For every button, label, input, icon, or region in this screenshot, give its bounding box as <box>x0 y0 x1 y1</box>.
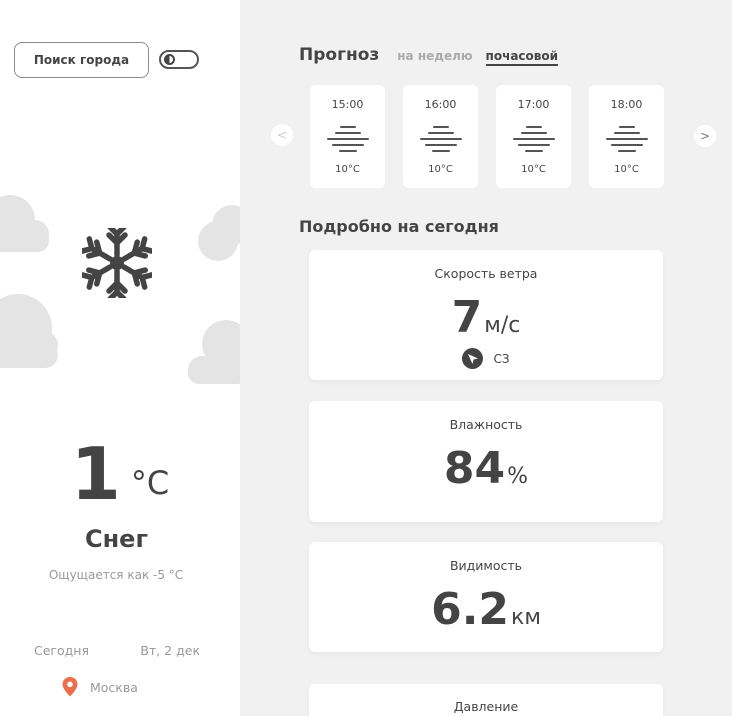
humidity-unit: % <box>507 464 529 489</box>
wind-unit: м/с <box>484 313 521 338</box>
wind-direction: СЗ <box>309 348 663 369</box>
half-moon-icon <box>164 54 175 65</box>
date-label: Вт, 2 дек <box>140 643 200 658</box>
snowflake-icon <box>82 228 152 298</box>
fog-icon <box>605 126 648 152</box>
fog-icon <box>512 126 555 152</box>
fog-icon <box>326 126 369 152</box>
wind-value: 7 <box>451 292 483 343</box>
temperature-value: 1 <box>70 432 121 516</box>
cloud-icon <box>0 294 58 368</box>
forecast-title: Прогноз <box>299 45 380 65</box>
cloud-icon <box>198 205 240 261</box>
visibility-label: Видимость <box>449 558 523 573</box>
location: Москва <box>62 677 138 697</box>
wind-card: Скорость ветра 7 м/с СЗ <box>309 250 663 380</box>
fog-icon <box>419 126 462 152</box>
hourly-card: 18:00 10°C <box>589 85 664 188</box>
current-temperature: 1 °C <box>0 436 240 512</box>
humidity-value-row: 84 % <box>309 445 663 493</box>
visibility-unit: км <box>511 605 541 630</box>
feels-like: Ощущается как -5 °C <box>48 568 184 582</box>
temperature-unit: °C <box>130 464 170 502</box>
humidity-card: Влажность 84 % <box>309 401 663 522</box>
hour-time: 17:00 <box>517 98 550 111</box>
forecast-header: Прогноз на неделю почасовой <box>299 45 571 66</box>
cloud-icon <box>0 195 49 252</box>
visibility-card: Видимость 6.2 км <box>309 542 663 652</box>
current-weather-panel: Поиск города 1 °C Снег Ощущается как -5 … <box>0 0 240 716</box>
hourly-card: 16:00 10°C <box>403 85 478 188</box>
date-row: Сегодня Вт, 2 дек <box>34 643 200 658</box>
cloud-icon <box>188 320 240 384</box>
city-name: Москва <box>90 679 138 695</box>
hourly-card: 17:00 10°C <box>496 85 571 188</box>
hour-time: 16:00 <box>424 98 457 111</box>
theme-toggle[interactable] <box>159 50 199 69</box>
pressure-card: Давление <box>309 684 663 716</box>
compass-arrow-icon <box>462 348 484 369</box>
tab-weekly[interactable]: на неделю <box>397 49 472 63</box>
hour-time: 15:00 <box>331 98 364 111</box>
hour-temp: 10°C <box>428 164 453 175</box>
hour-time: 18:00 <box>610 98 643 111</box>
location-pin-icon <box>62 677 78 697</box>
wind-label: Скорость ветра <box>434 266 538 281</box>
wind-value-row: 7 м/с <box>309 294 663 342</box>
visibility-value-row: 6.2 км <box>309 586 663 634</box>
hour-temp: 10°C <box>335 164 360 175</box>
wind-direction-label: СЗ <box>493 351 510 366</box>
next-arrow-button[interactable]: > <box>694 125 716 147</box>
details-title: Подробно на сегодня <box>299 217 499 236</box>
prev-arrow-button[interactable]: < <box>271 124 293 146</box>
humidity-value: 84 <box>443 443 506 494</box>
weather-condition: Снег <box>84 525 148 553</box>
hour-temp: 10°C <box>521 164 546 175</box>
hourly-card: 15:00 10°C <box>310 85 385 188</box>
visibility-value: 6.2 <box>431 584 510 635</box>
humidity-label: Влажность <box>449 417 523 432</box>
tab-hourly[interactable]: почасовой <box>485 49 559 66</box>
pressure-label: Давление <box>453 699 519 714</box>
hour-temp: 10°C <box>614 164 639 175</box>
day-label: Сегодня <box>34 643 89 658</box>
search-city-button[interactable]: Поиск города <box>14 42 149 78</box>
